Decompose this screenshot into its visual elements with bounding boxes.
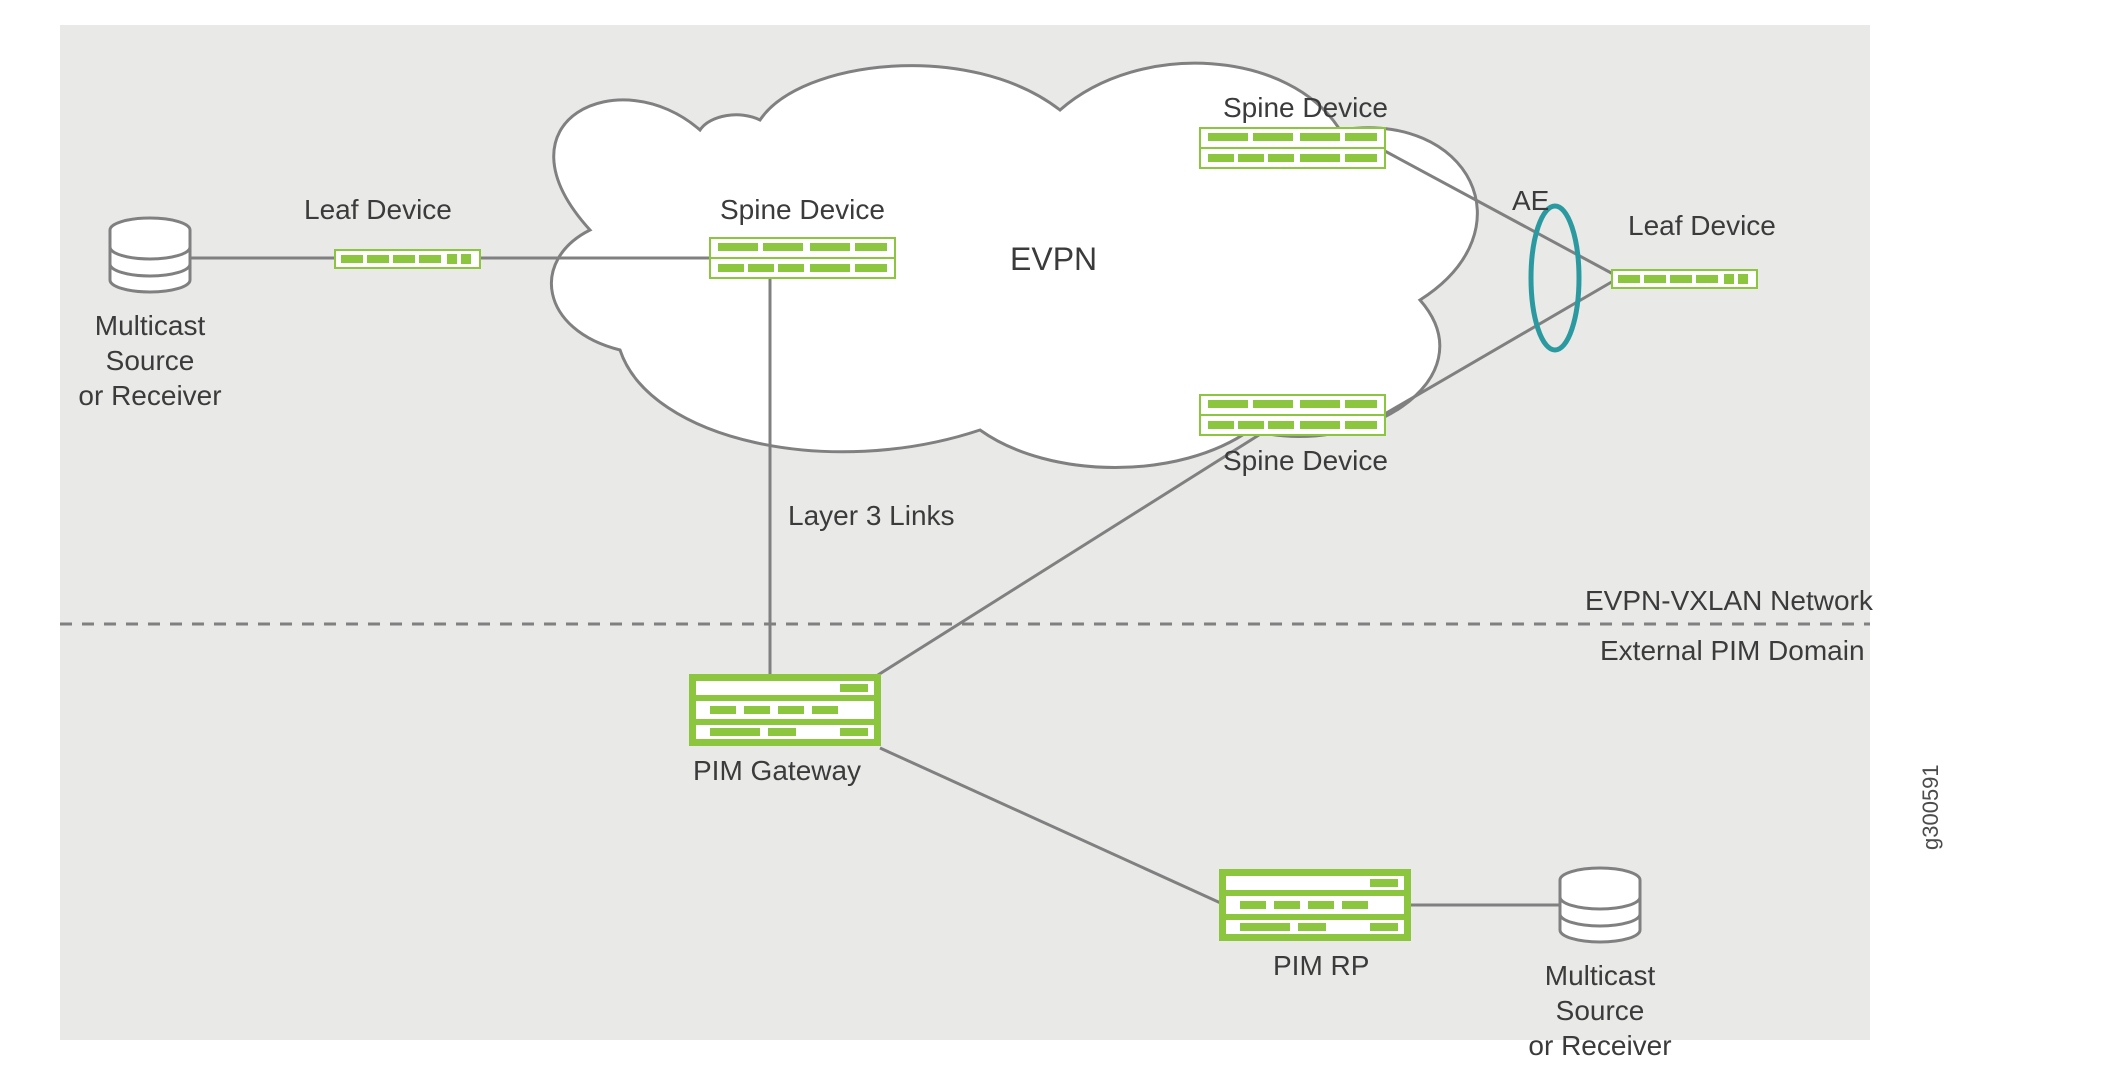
diagram-canvas: EVPN Leaf Device Spine Device Spine Devi… [0, 0, 2101, 1085]
pim-rp-label: PIM RP [1273, 950, 1369, 981]
ae-label: AE [1512, 185, 1549, 216]
spine-top-label: Spine Device [1223, 92, 1388, 123]
pim-gateway-device [690, 675, 880, 745]
leaf-right-label: Leaf Device [1628, 210, 1776, 241]
leaf-left-label: Leaf Device [304, 194, 452, 225]
figure-id: g300591 [1918, 650, 1944, 850]
host-left-icon [110, 218, 190, 292]
diagram-svg: EVPN Leaf Device Spine Device Spine Devi… [0, 0, 2101, 1085]
spine-bottom-device [1200, 395, 1385, 435]
leaf-left-device [335, 250, 480, 268]
spine-top-device [1200, 128, 1385, 168]
upper-domain-label: EVPN-VXLAN Network [1585, 585, 1874, 616]
host-right-label-2: Source [1556, 995, 1645, 1026]
host-left-label-2: Source [106, 345, 195, 376]
host-left-label-1: Multicast [95, 310, 206, 341]
host-right-icon [1560, 868, 1640, 942]
link-spine-bottom-pimgw [870, 428, 1270, 680]
spine-bottom-label: Spine Device [1223, 445, 1388, 476]
spine-left-device [710, 238, 895, 278]
ae-ring [1531, 206, 1579, 350]
lower-domain-label: External PIM Domain [1600, 635, 1865, 666]
host-left-label-3: or Receiver [78, 380, 221, 411]
pim-rp-device [1220, 870, 1410, 940]
spine-left-label: Spine Device [720, 194, 885, 225]
evpn-label: EVPN [1010, 241, 1097, 277]
l3-links-label: Layer 3 Links [788, 500, 955, 531]
leaf-right-device [1612, 270, 1757, 288]
pim-gateway-label: PIM Gateway [693, 755, 861, 786]
host-right-label-3: or Receiver [1528, 1030, 1671, 1061]
link-pimgw-pimrp [880, 748, 1225, 905]
host-right-label-1: Multicast [1545, 960, 1656, 991]
